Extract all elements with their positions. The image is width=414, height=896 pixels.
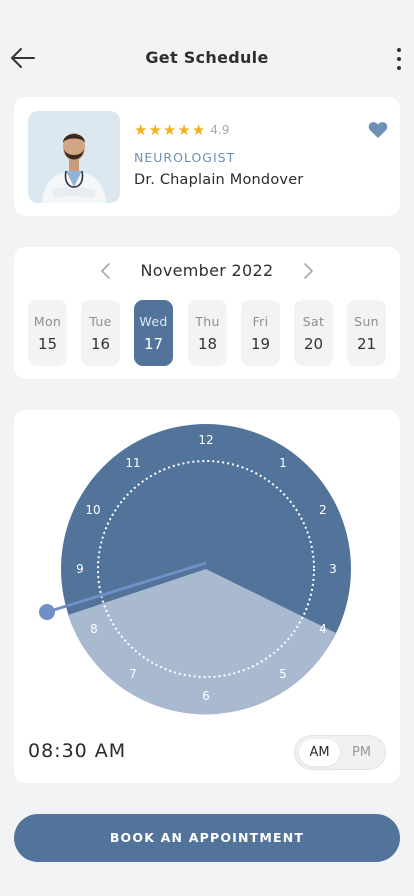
star-icon: ★ bbox=[134, 121, 148, 139]
clock-number[interactable]: 9 bbox=[76, 562, 84, 576]
clock-number[interactable]: 7 bbox=[129, 667, 137, 681]
day-item[interactable]: Tue 16 bbox=[81, 300, 120, 366]
day-picker: Mon 15 Tue 16 Wed 17 Thu 18 Fri 19 Sat 2… bbox=[28, 300, 386, 366]
day-name: Tue bbox=[89, 314, 112, 329]
prev-month-button[interactable] bbox=[98, 262, 114, 280]
day-name: Sun bbox=[354, 314, 379, 329]
day-item[interactable]: Mon 15 bbox=[28, 300, 67, 366]
time-picker-card: 12 1 2 3 4 5 6 7 8 9 10 11 08:30 AM AM P… bbox=[14, 410, 400, 783]
rating-value: 4.9 bbox=[210, 123, 230, 137]
chevron-left-icon bbox=[101, 263, 110, 279]
pm-option[interactable]: PM bbox=[341, 739, 382, 766]
doctor-card: ★ ★ ★ ★ ★ 4.9 NEUROLOGIST Dr. Chaplain M… bbox=[14, 97, 400, 216]
day-number: 15 bbox=[37, 335, 58, 353]
rating: ★ ★ ★ ★ ★ 4.9 bbox=[134, 121, 230, 139]
clock-number[interactable]: 10 bbox=[85, 503, 100, 517]
day-name: Mon bbox=[33, 314, 62, 329]
am-option[interactable]: AM bbox=[299, 739, 340, 766]
month-selector: November 2022 bbox=[14, 261, 400, 281]
day-name: Fri bbox=[252, 314, 269, 329]
month-label: November 2022 bbox=[140, 261, 274, 280]
clock-face[interactable]: 12 1 2 3 4 5 6 7 8 9 10 11 bbox=[14, 410, 400, 730]
day-item[interactable]: Sun 21 bbox=[347, 300, 386, 366]
clock-hand-handle[interactable] bbox=[39, 604, 55, 620]
clock-number[interactable]: 8 bbox=[90, 622, 98, 636]
star-icon: ★ bbox=[148, 121, 162, 139]
am-pm-toggle: AM PM bbox=[294, 735, 386, 770]
day-number: 20 bbox=[303, 335, 324, 353]
more-options-button[interactable] bbox=[394, 46, 404, 72]
day-name: Thu bbox=[195, 314, 220, 329]
day-item[interactable]: Fri 19 bbox=[241, 300, 280, 366]
star-icon: ★ bbox=[177, 121, 191, 139]
day-number: 18 bbox=[197, 335, 218, 353]
header: Get Schedule bbox=[0, 38, 414, 78]
clock-number[interactable]: 12 bbox=[198, 433, 213, 447]
doctor-specialty: NEUROLOGIST bbox=[134, 150, 236, 165]
day-number: 17 bbox=[143, 335, 164, 353]
heart-icon bbox=[368, 122, 388, 138]
day-item[interactable]: Thu 18 bbox=[188, 300, 227, 366]
selected-time: 08:30 AM bbox=[28, 740, 127, 762]
clock-number[interactable]: 4 bbox=[319, 622, 327, 636]
doctor-photo bbox=[28, 111, 120, 203]
clock-number[interactable]: 5 bbox=[279, 667, 287, 681]
day-number: 19 bbox=[250, 335, 271, 353]
doctor-name: Dr. Chaplain Mondover bbox=[134, 172, 304, 188]
star-icon: ★ bbox=[162, 121, 177, 139]
clock-number[interactable]: 3 bbox=[329, 562, 337, 576]
day-name: Sat bbox=[302, 314, 325, 329]
star-icon: ★ bbox=[191, 121, 206, 139]
favorite-button[interactable] bbox=[368, 121, 388, 139]
clock-number[interactable]: 2 bbox=[319, 503, 327, 517]
day-item[interactable]: Sat 20 bbox=[294, 300, 333, 366]
more-vertical-icon bbox=[397, 48, 401, 52]
page-title: Get Schedule bbox=[145, 48, 269, 67]
clock-number[interactable]: 6 bbox=[202, 689, 210, 703]
day-item-selected[interactable]: Wed 17 bbox=[134, 300, 173, 366]
day-number: 21 bbox=[356, 335, 377, 353]
day-name: Wed bbox=[139, 314, 168, 329]
day-number: 16 bbox=[90, 335, 111, 353]
doctor-avatar-image bbox=[28, 111, 120, 203]
next-month-button[interactable] bbox=[300, 262, 316, 280]
chevron-right-icon bbox=[304, 263, 313, 279]
clock-number[interactable]: 1 bbox=[279, 456, 287, 470]
book-appointment-button[interactable]: BOOK AN APPOINTMENT bbox=[14, 814, 400, 862]
calendar-card: November 2022 Mon 15 Tue 16 Wed 17 Thu 1… bbox=[14, 247, 400, 379]
clock-number[interactable]: 11 bbox=[125, 456, 140, 470]
